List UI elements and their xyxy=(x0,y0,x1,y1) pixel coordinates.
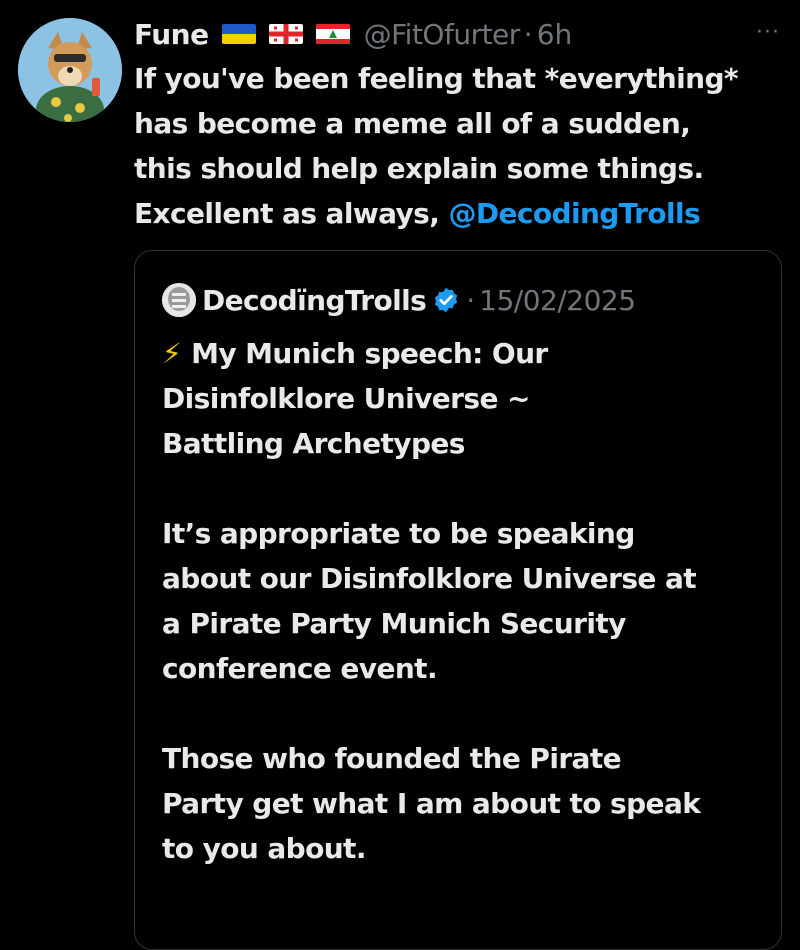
author-avatar[interactable] xyxy=(18,18,122,122)
quoted-post-header: DecodïngTrolls · 15/02/2025 xyxy=(162,278,636,322)
flag-ukraine-icon xyxy=(221,24,256,44)
author-display-name[interactable]: Fune xyxy=(134,18,209,51)
quoted-author-display-name[interactable]: DecodïngTrolls xyxy=(202,284,427,317)
post-timestamp[interactable]: 6h xyxy=(537,18,573,51)
quoted-paragraph: Those who founded the Pirate Party get w… xyxy=(162,742,701,865)
quoted-post-card[interactable]: DecodïngTrolls · 15/02/2025 ⚡ My Munich s… xyxy=(134,250,782,950)
mention-link[interactable]: @DecodingTrolls xyxy=(448,197,700,230)
post-header: Fune @FitOfurter · 6h xyxy=(134,14,780,54)
lightning-bolt-icon: ⚡ xyxy=(162,337,182,370)
quoted-paragraph: It’s appropriate to be speaking about ou… xyxy=(162,517,697,685)
verified-badge-icon xyxy=(432,286,460,314)
flag-georgia-icon xyxy=(268,24,303,44)
author-handle[interactable]: @FitOfurter xyxy=(364,18,521,51)
flag-lebanon-icon xyxy=(315,24,350,44)
quoted-paragraph: ⚡ My Munich speech: Our Disinfolklore Uni… xyxy=(162,337,548,460)
post-text: If you've been feeling that *everything*… xyxy=(134,56,794,236)
header-separator: · xyxy=(523,17,533,51)
quoted-post-date[interactable]: 15/02/2025 xyxy=(479,284,636,317)
quoted-header-separator: · xyxy=(466,283,476,317)
more-options-icon[interactable]: ··· xyxy=(756,20,780,45)
tweet-container: Fune @FitOfurter · 6h ··· If you've been… xyxy=(0,0,800,950)
quoted-author-avatar xyxy=(162,283,196,317)
quoted-post-body: ⚡ My Munich speech: Our Disinfolklore Uni… xyxy=(162,331,762,916)
